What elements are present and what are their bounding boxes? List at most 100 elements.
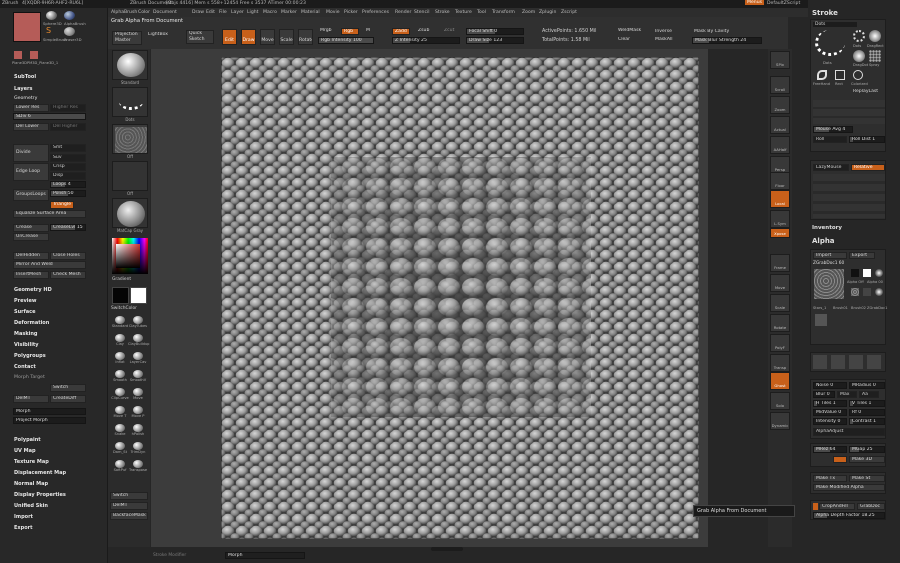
- alpha-09-icon[interactable]: [875, 269, 883, 277]
- uv-map-header[interactable]: UV Map: [14, 448, 36, 454]
- focal-shift-slider[interactable]: Focal Shift 0: [466, 28, 524, 35]
- suv-toggle[interactable]: Suv: [50, 154, 86, 162]
- menu-tool[interactable]: Tool: [477, 10, 486, 15]
- divide-button[interactable]: Divide: [13, 144, 49, 162]
- z-intensity-slider[interactable]: Z Intensity 25: [392, 37, 460, 44]
- brush-transpose[interactable]: Transpose: [129, 460, 147, 472]
- del-hidden-button[interactable]: DelHidden: [13, 252, 49, 260]
- alpha-depth-factor-slider[interactable]: Alpha Depth Factor 18.25: [813, 512, 885, 519]
- mrez-slider[interactable]: MRez 64: [813, 446, 847, 453]
- crease-level-slider[interactable]: CreaseLvl 15: [50, 224, 86, 231]
- current-alpha-thumbnail[interactable]: [814, 269, 844, 299]
- morph-target-header[interactable]: Morph Target: [14, 375, 45, 380]
- geometry-hd-header[interactable]: Geometry HD: [14, 287, 52, 293]
- pm3d-plane-tool-icon[interactable]: [30, 51, 38, 59]
- floor-button[interactable]: Floor: [770, 172, 790, 190]
- shelf-delmt-button[interactable]: DelMT: [110, 502, 148, 510]
- zcut-button[interactable]: Zcut: [442, 28, 460, 35]
- htiles-slider[interactable]: H Tiles 1: [813, 400, 847, 407]
- project-morph-slider[interactable]: Project Morph: [13, 417, 86, 424]
- menu-light[interactable]: Light: [247, 10, 258, 15]
- menu-stroke[interactable]: Stroke: [435, 10, 450, 15]
- eraser3d-tool-icon[interactable]: [64, 27, 75, 36]
- scale-view-button[interactable]: Scale: [770, 294, 790, 312]
- ghost-button[interactable]: Ghost: [770, 372, 790, 390]
- quick-sketch-button[interactable]: Quick Sketch: [186, 30, 214, 44]
- draw-button[interactable]: Draw: [241, 29, 256, 45]
- freehand-type-icon[interactable]: [817, 70, 827, 80]
- simplebrush-tool-icon[interactable]: S: [46, 27, 56, 35]
- roll-toggle[interactable]: Roll: [813, 136, 847, 143]
- replay-last-button[interactable]: ReplayLast: [851, 89, 885, 96]
- flip-v-icon[interactable]: [831, 355, 845, 369]
- material-slot[interactable]: MatCap Gray: [112, 198, 148, 233]
- bottom-morph-slider[interactable]: Morph: [225, 552, 305, 559]
- spix-button[interactable]: SPix: [770, 51, 790, 69]
- vtiles-slider[interactable]: V Tiles 1: [849, 400, 885, 407]
- geometry-header[interactable]: Geometry: [14, 96, 37, 101]
- brush-move-p[interactable]: Move P: [131, 406, 145, 418]
- dots-stroke-preview-icon[interactable]: [815, 30, 845, 56]
- blur-slider[interactable]: Blur 0: [813, 391, 835, 398]
- invert-alpha-icon[interactable]: [867, 355, 881, 369]
- brush-smoothv[interactable]: SmoothV: [130, 370, 146, 382]
- scale-button[interactable]: Scale: [279, 29, 294, 45]
- menu-zoom[interactable]: Zoom: [522, 10, 535, 15]
- make-tx-button[interactable]: Make Tx: [813, 475, 847, 482]
- sdiv-slider[interactable]: SDiv 6: [13, 113, 86, 120]
- midvalue-slider[interactable]: MidValue 0: [813, 409, 847, 416]
- noise-slider[interactable]: Noise 0: [813, 382, 847, 389]
- rotate-alpha-icon[interactable]: [849, 355, 863, 369]
- stroke-palette-title[interactable]: Stroke: [812, 9, 838, 17]
- dragdot-type-icon[interactable]: [853, 50, 865, 62]
- alpha-slot[interactable]: Off: [112, 124, 148, 159]
- zsub-button[interactable]: Zsub: [416, 28, 434, 35]
- equalize-surface-area-button[interactable]: Equalize Surface Area: [13, 210, 86, 218]
- frame-button[interactable]: Frame: [770, 254, 790, 272]
- brush-hpolish[interactable]: hPolish: [131, 424, 145, 436]
- close-holes-button[interactable]: Close Holes: [50, 252, 86, 260]
- menu-material[interactable]: Material: [301, 10, 320, 15]
- make-st-button[interactable]: Make St: [849, 475, 885, 482]
- polyf-button[interactable]: PolyF: [770, 334, 790, 352]
- aahalf-button[interactable]: AAHalf: [770, 136, 790, 154]
- lsym-button[interactable]: L.Sym: [770, 210, 790, 228]
- menu-file[interactable]: File: [219, 10, 227, 15]
- crease-button[interactable]: Crease: [13, 224, 49, 232]
- color-picker-square[interactable]: [116, 244, 140, 268]
- make-3d-orange-indicator[interactable]: [833, 456, 847, 463]
- menu-texture[interactable]: Texture: [455, 10, 472, 15]
- menu-brush[interactable]: Brush: [124, 10, 137, 15]
- menu-stencil[interactable]: Stencil: [414, 10, 430, 15]
- alpha-export-button[interactable]: Export: [849, 252, 875, 259]
- alpha-00-icon[interactable]: [863, 269, 871, 277]
- alpha-adjust-button[interactable]: AlphaAdjust: [813, 428, 885, 436]
- import-header[interactable]: Import: [14, 514, 33, 520]
- deformation-header[interactable]: Deformation: [14, 320, 49, 326]
- move-button[interactable]: Move: [260, 29, 275, 45]
- spray-type-icon[interactable]: [869, 50, 881, 62]
- default-zscript-button[interactable]: DefaultZScript: [767, 1, 800, 6]
- mask-by-cavity-button[interactable]: Mask By Cavity: [692, 29, 752, 36]
- m-button[interactable]: M: [364, 28, 374, 35]
- delmt-button[interactable]: DelMT: [13, 395, 49, 403]
- brush-snake[interactable]: Snake: [113, 424, 127, 436]
- crop-and-fill-button[interactable]: CropAndFill: [819, 503, 855, 510]
- brush-layercav[interactable]: LayerCav: [130, 352, 146, 364]
- max-toggle[interactable]: Max: [837, 391, 857, 398]
- check-mesh-button[interactable]: Check Mesh: [50, 271, 86, 279]
- shelf-switch-button[interactable]: Switch: [110, 492, 148, 500]
- brush-claytubes[interactable]: ClayTubes: [129, 316, 147, 328]
- menu-zplugin[interactable]: Zplugin: [539, 10, 556, 15]
- menu-marker[interactable]: Marker: [281, 10, 297, 15]
- brush-move-t[interactable]: Move T: [113, 406, 127, 418]
- stars-icon[interactable]: [863, 288, 871, 296]
- mirror-and-weld-button[interactable]: Mirror And Weld: [13, 261, 86, 269]
- mask-all-button[interactable]: MaskAll: [653, 37, 687, 44]
- alpha-off-icon[interactable]: [851, 269, 859, 277]
- rgb-button[interactable]: Rgb: [341, 28, 359, 35]
- morph-slider[interactable]: Morph: [13, 408, 86, 415]
- local-button[interactable]: Local: [770, 190, 790, 208]
- lower-res-button[interactable]: Lower Res: [13, 104, 49, 112]
- brush-dam-st[interactable]: Dam_St: [113, 442, 127, 454]
